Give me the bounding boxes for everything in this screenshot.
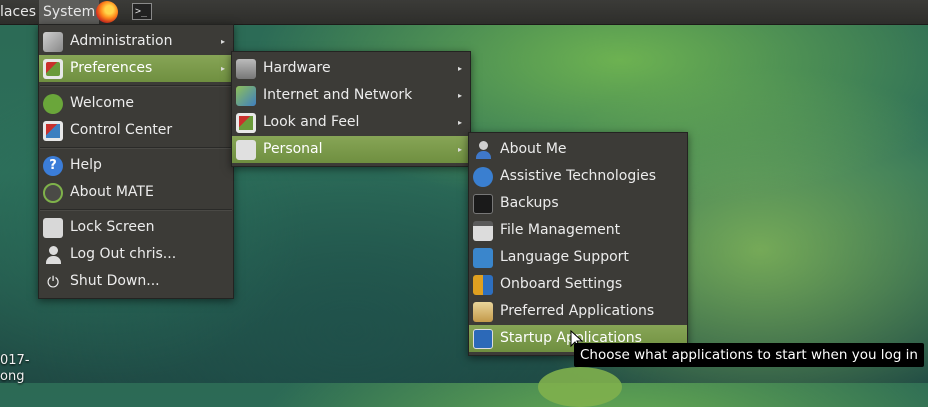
menu-item-lock-screen[interactable]: Lock Screen (39, 214, 233, 241)
menu-item-label: Help (70, 157, 102, 173)
menu-item-personal[interactable]: Personal ▸ (232, 136, 470, 163)
menu-item-preferences[interactable]: Preferences ▸ (39, 55, 233, 82)
personal-icon (236, 140, 256, 160)
menu-item-internet-and-network[interactable]: Internet and Network ▸ (232, 82, 470, 109)
menu-item-label: Language Support (500, 249, 629, 265)
chevron-right-icon: ▸ (457, 91, 462, 100)
welcome-icon (43, 94, 63, 114)
help-icon: ? (43, 156, 63, 176)
places-menu[interactable]: laces (0, 0, 36, 24)
menu-item-look-and-feel[interactable]: Look and Feel ▸ (232, 109, 470, 136)
desktop-shape (538, 367, 622, 407)
language-icon (473, 248, 493, 268)
menu-item-label: Control Center (70, 122, 173, 138)
system-menu[interactable]: System (39, 0, 100, 24)
administration-icon (43, 32, 63, 52)
chevron-right-icon: ▸ (220, 37, 225, 46)
menu-item-label: Preferences (70, 60, 153, 76)
menu-item-assistive-technologies[interactable]: Assistive Technologies (469, 163, 687, 190)
chevron-right-icon: ▸ (457, 145, 462, 154)
menu-separator (40, 85, 232, 87)
mate-icon (43, 183, 63, 203)
menu-item-backups[interactable]: Backups (469, 190, 687, 217)
menu-item-label: Look and Feel (263, 114, 360, 130)
menu-item-label: Preferred Applications (500, 303, 655, 319)
menu-item-help[interactable]: ? Help (39, 152, 233, 179)
user-icon (43, 245, 63, 265)
menu-item-onboard-settings[interactable]: Onboard Settings (469, 271, 687, 298)
menu-item-label: Shut Down... (70, 273, 160, 289)
look-and-feel-icon (236, 113, 256, 133)
menu-item-preferred-applications[interactable]: Preferred Applications (469, 298, 687, 325)
menu-item-label: Backups (500, 195, 559, 211)
top-panel: laces System >_ (0, 0, 928, 25)
menu-item-label: Administration (70, 33, 173, 49)
menu-item-about-mate[interactable]: About MATE (39, 179, 233, 206)
about-me-icon (473, 140, 493, 160)
tooltip: Choose what applications to start when y… (574, 343, 924, 367)
backups-icon (473, 194, 493, 214)
startup-apps-icon (473, 329, 493, 349)
menu-item-label: Hardware (263, 60, 331, 76)
menu-item-label: Internet and Network (263, 87, 413, 103)
menu-item-log-out[interactable]: Log Out chris... (39, 241, 233, 268)
menu-item-label: Personal (263, 141, 323, 157)
control-center-icon (43, 121, 63, 141)
onboard-icon (473, 275, 493, 295)
menu-item-about-me[interactable]: About Me (469, 136, 687, 163)
menu-item-welcome[interactable]: Welcome (39, 90, 233, 117)
menu-item-label: File Management (500, 222, 621, 238)
chevron-right-icon: ▸ (220, 64, 225, 73)
menu-item-control-center[interactable]: Control Center (39, 117, 233, 144)
firefox-icon[interactable] (96, 1, 118, 23)
menu-item-label: Assistive Technologies (500, 168, 657, 184)
menu-item-label: Welcome (70, 95, 135, 111)
system-dropdown: Administration ▸ Preferences ▸ Welcome C… (38, 24, 234, 299)
chevron-right-icon: ▸ (457, 118, 462, 127)
power-icon: ⏻ (47, 273, 59, 291)
menu-separator (40, 147, 232, 149)
menu-item-shut-down[interactable]: ⏻ Shut Down... (39, 268, 233, 295)
menu-item-file-management[interactable]: File Management (469, 217, 687, 244)
menu-item-administration[interactable]: Administration ▸ (39, 28, 233, 55)
accessibility-icon (473, 167, 493, 187)
desktop-icon-label[interactable]: ong (0, 369, 24, 384)
preferred-apps-icon (473, 302, 493, 322)
network-icon (236, 86, 256, 106)
preferences-icon (43, 59, 63, 79)
menu-item-language-support[interactable]: Language Support (469, 244, 687, 271)
file-management-icon (473, 221, 493, 241)
lock-icon (43, 218, 63, 238)
menu-separator (40, 209, 232, 211)
desktop-icon-label[interactable]: 017- (0, 353, 30, 368)
menu-item-hardware[interactable]: Hardware ▸ (232, 55, 470, 82)
terminal-icon[interactable]: >_ (132, 3, 152, 20)
menu-item-label: Log Out chris... (70, 246, 177, 262)
menu-item-label: About Me (500, 141, 567, 157)
menu-item-label: Onboard Settings (500, 276, 623, 292)
hardware-icon (236, 59, 256, 79)
preferences-submenu: Hardware ▸ Internet and Network ▸ Look a… (231, 51, 471, 167)
chevron-right-icon: ▸ (457, 64, 462, 73)
menu-item-label: Lock Screen (70, 219, 155, 235)
personal-submenu: About Me Assistive Technologies Backups … (468, 132, 688, 356)
menu-item-label: About MATE (70, 184, 154, 200)
